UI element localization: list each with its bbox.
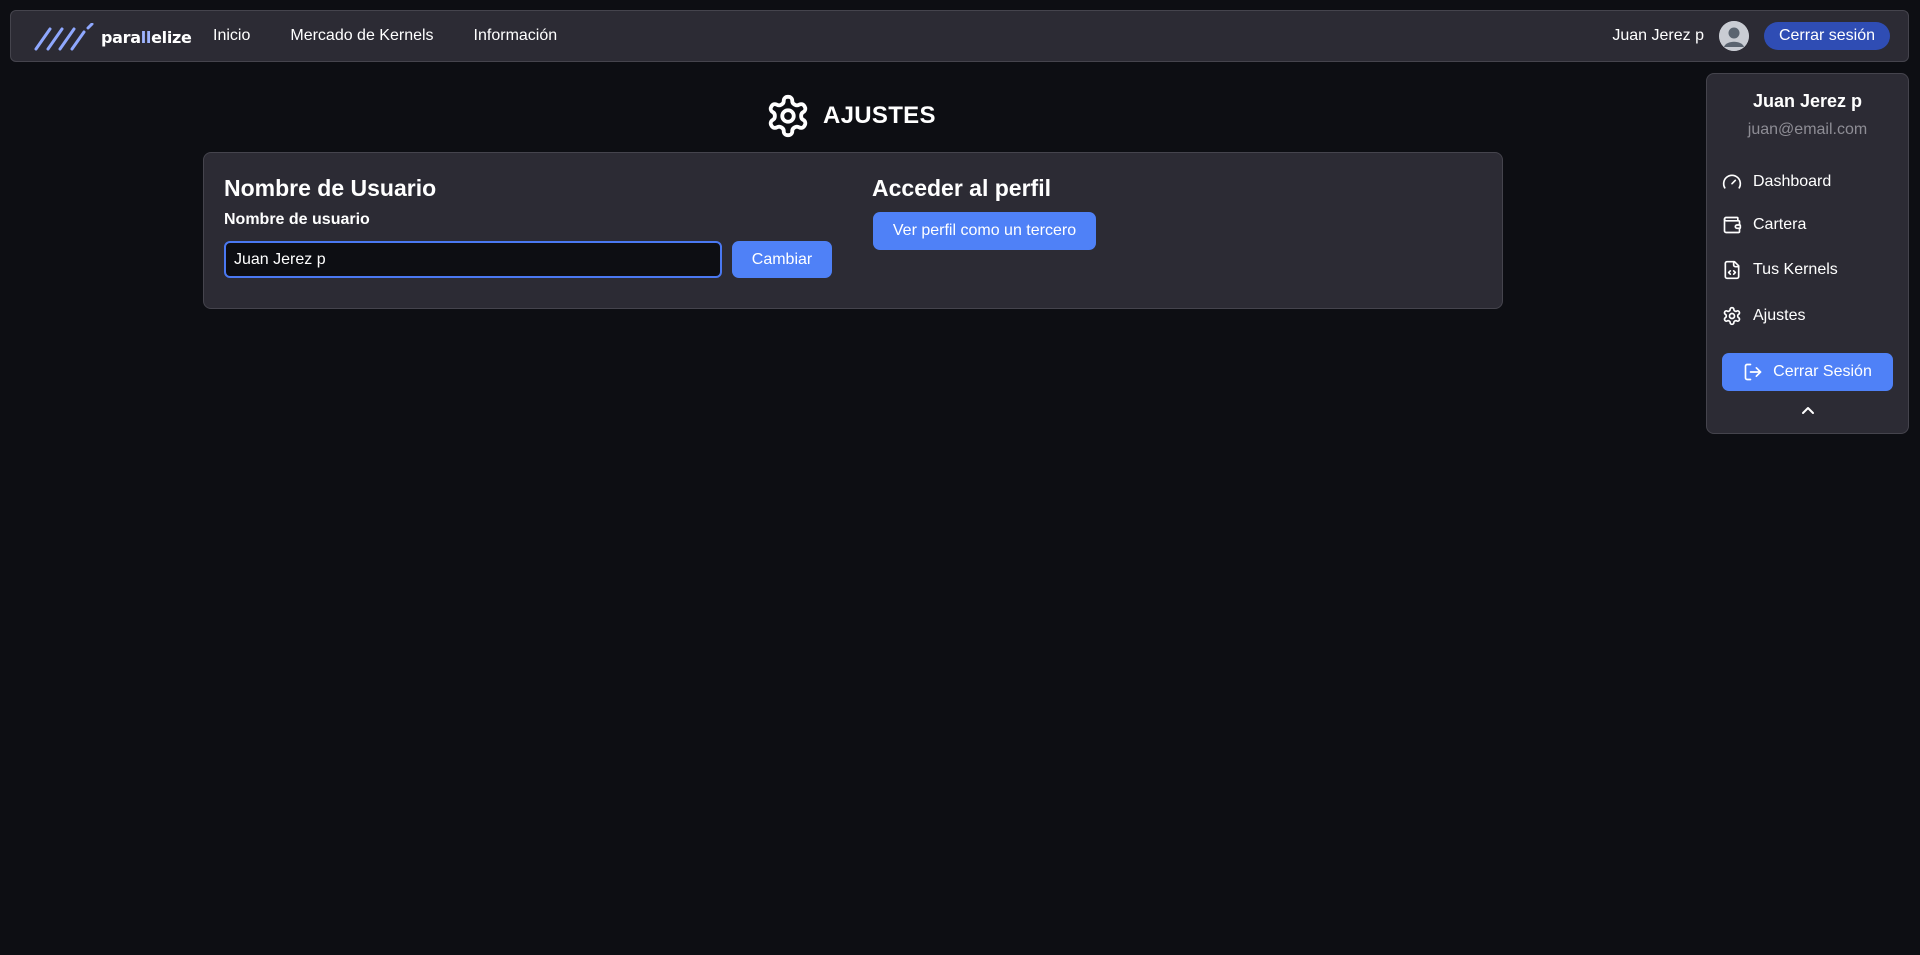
page-title-text: AJUSTES [823, 102, 936, 129]
dropdown-item-ajustes[interactable]: Ajustes [1721, 304, 1805, 328]
view-public-profile-button[interactable]: Ver perfil como un tercero [873, 212, 1096, 250]
logo[interactable]: parallelize [33, 23, 192, 51]
chevron-up-icon [1802, 407, 1814, 414]
dropdown-user-name: Juan Jerez p [1752, 91, 1863, 111]
dropdown-item-label: Tus Kernels [1753, 261, 1838, 278]
dropdown-logout-label: Cerrar Sesión [1773, 363, 1872, 380]
logo-stripes-icon [34, 23, 94, 51]
user-avatar-icon [1718, 21, 1749, 51]
dropdown-item-cartera[interactable]: Cartera [1721, 213, 1806, 237]
collapse-dropdown-button[interactable] [1798, 402, 1818, 418]
code-file-icon [1721, 259, 1743, 281]
avatar[interactable] [1718, 21, 1749, 51]
page-title: AJUSTES [765, 93, 936, 139]
username-field-label: Nombre de usuario [224, 211, 370, 228]
nav-link-informacion[interactable]: Información [474, 27, 558, 45]
dropdown-item-label: Dashboard [1753, 173, 1832, 190]
dropdown-item-label: Cartera [1753, 216, 1807, 233]
gear-icon [1721, 305, 1743, 327]
main-nav: Inicio Mercado de Kernels Información [213, 11, 597, 61]
dropdown-item-tus-kernels[interactable]: Tus Kernels [1721, 258, 1838, 282]
dropdown-logout-button[interactable]: Cerrar Sesión [1722, 353, 1893, 391]
dropdown-user-email: juan@email.com [1747, 121, 1868, 138]
gauge-icon [1721, 171, 1743, 193]
navbar-logout-button[interactable]: Cerrar sesión [1763, 22, 1890, 50]
top-navbar: parallelize Inicio Mercado de Kernels In… [10, 10, 1909, 62]
navbar-username[interactable]: Juan Jerez p [1612, 27, 1704, 45]
logo-text: parallelize [101, 27, 192, 47]
settings-card: Nombre de Usuario Nombre de usuario Camb… [203, 152, 1503, 309]
change-username-button[interactable]: Cambiar [732, 241, 832, 278]
user-area: Juan Jerez p Cerrar sesión [1612, 11, 1890, 61]
dropdown-item-dashboard[interactable]: Dashboard [1721, 170, 1831, 194]
gear-icon [768, 94, 808, 138]
dropdown-item-label: Ajustes [1753, 307, 1806, 324]
logout-icon [1743, 362, 1763, 382]
user-dropdown-menu: Juan Jerez p juan@email.com Dashboard Ca… [1706, 73, 1909, 434]
username-input[interactable] [224, 241, 722, 278]
nav-link-inicio[interactable]: Inicio [213, 27, 250, 45]
wallet-icon [1721, 214, 1743, 236]
profile-section-title: Acceder al perfil [872, 175, 1051, 201]
username-section-title: Nombre de Usuario [224, 175, 437, 201]
nav-link-mercado-de-kernels[interactable]: Mercado de Kernels [290, 27, 433, 45]
